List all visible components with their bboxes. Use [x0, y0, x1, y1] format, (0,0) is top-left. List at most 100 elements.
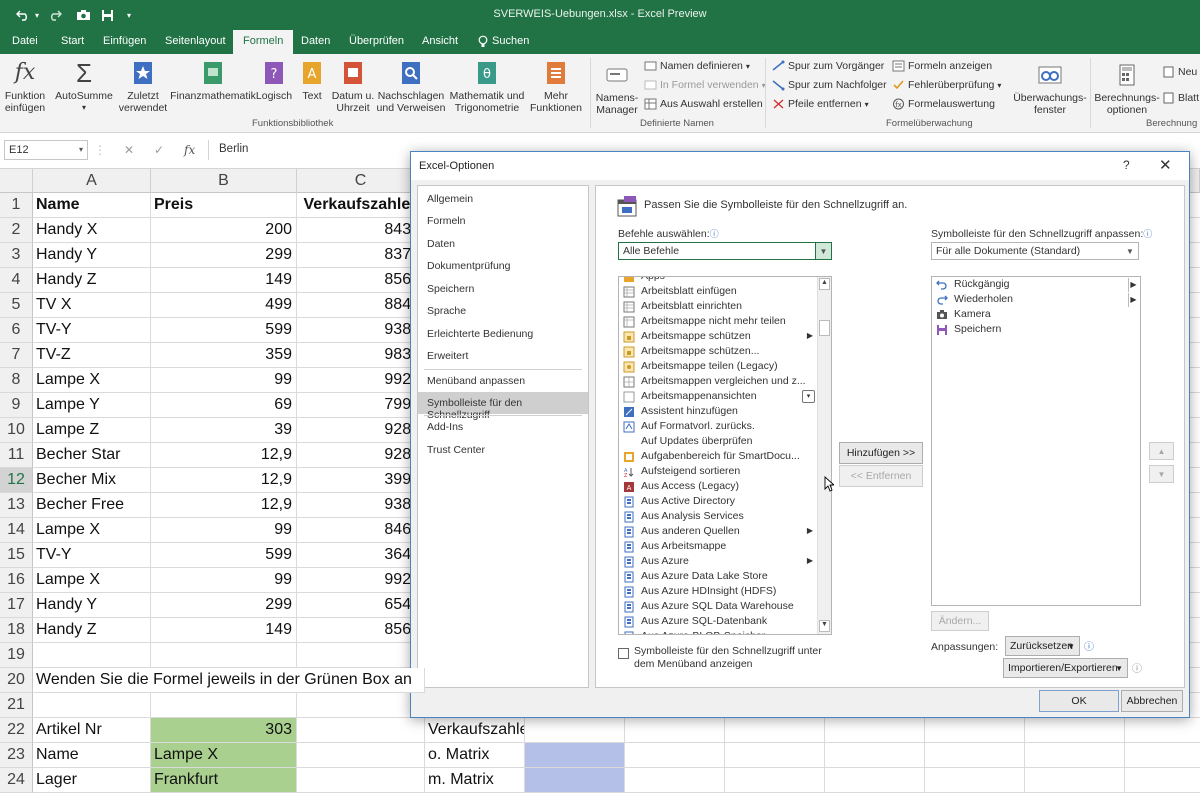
info-icon[interactable]: ⓘ — [710, 229, 719, 239]
cell-b10[interactable]: 39 — [151, 418, 297, 443]
command-item[interactable]: Aus Active Directory — [619, 495, 817, 510]
command-item[interactable]: Arbeitsmappe schützen ▶ — [619, 330, 817, 345]
row-header[interactable]: 18 — [0, 618, 33, 643]
recently-used-button[interactable]: Zuletzt verwendet — [112, 58, 174, 114]
cell-a19[interactable] — [33, 643, 151, 668]
row-header[interactable]: 8 — [0, 368, 33, 393]
chevron-down-icon[interactable]: ▼ — [1122, 243, 1138, 259]
command-item[interactable]: Aufgabenbereich für SmartDocu... — [619, 450, 817, 465]
cell-a1[interactable]: Name — [33, 193, 151, 218]
cell-i24[interactable] — [925, 768, 1025, 793]
cell-a11[interactable]: Becher Star — [33, 443, 151, 468]
cell-c6[interactable]: 9388 — [297, 318, 425, 343]
cell-f22[interactable] — [625, 718, 725, 743]
cell-a4[interactable]: Handy Z — [33, 268, 151, 293]
tab-ueberpruefen[interactable]: Überprüfen — [349, 35, 404, 47]
command-item[interactable]: Arbeitsmappe schützen... — [619, 345, 817, 360]
command-item[interactable]: A Aus Access (Legacy) — [619, 480, 817, 495]
cell-c19[interactable] — [297, 643, 425, 668]
nav-allgemein[interactable]: Allgemein — [418, 188, 588, 210]
show-formulas-button[interactable]: Formeln anzeigen — [892, 58, 992, 74]
cell-c14[interactable]: 8467 — [297, 518, 425, 543]
cell-g24[interactable] — [725, 768, 825, 793]
cell-a17[interactable]: Handy Y — [33, 593, 151, 618]
cell-b9[interactable]: 69 — [151, 393, 297, 418]
cell-a6[interactable]: TV-Y — [33, 318, 151, 343]
cell-a13[interactable]: Becher Free — [33, 493, 151, 518]
evaluate-formula-button[interactable]: fx Formelauswertung — [892, 96, 995, 112]
command-item[interactable]: Auf Updates überprüfen — [619, 435, 817, 450]
trace-dependents-button[interactable]: Spur zum Nachfolger — [772, 77, 887, 93]
command-item[interactable]: Arbeitsmappenansichten ▾ — [619, 390, 817, 405]
cell-j22[interactable] — [1025, 718, 1125, 743]
info-icon[interactable]: ⓘ — [1084, 638, 1094, 653]
cell-a23[interactable]: Name — [33, 743, 151, 768]
nav-schnellzugriff[interactable]: Symbolleiste für den Schnellzugriff — [418, 392, 588, 421]
nav-formeln[interactable]: Formeln — [418, 210, 588, 232]
nav-trust-center[interactable]: Trust Center — [418, 439, 588, 461]
math-trig-button[interactable]: θ Mathematik und Trigonometrie — [446, 58, 528, 114]
calculate-now-button[interactable]: Neu — [1162, 64, 1197, 80]
column-header-b[interactable]: B — [151, 169, 297, 193]
cell-c24[interactable] — [297, 768, 425, 793]
cell-b15[interactable]: 599 — [151, 543, 297, 568]
lookup-reference-button[interactable]: Nachschlagen und Verweisen — [374, 58, 448, 114]
ok-button[interactable]: OK — [1039, 690, 1119, 712]
cell-b23[interactable]: Lampe X — [151, 743, 297, 768]
cell-d24[interactable]: m. Matrix — [425, 768, 525, 793]
command-item[interactable]: Aus Azure ▶ — [619, 555, 817, 570]
insert-function-button[interactable]: fx Funktion einfügen — [3, 58, 47, 115]
cell-c18[interactable]: 8564 — [297, 618, 425, 643]
cell-b3[interactable]: 299 — [151, 243, 297, 268]
row-header[interactable]: 15 — [0, 543, 33, 568]
command-item[interactable]: Aus Azure-BLOB-Speicher — [619, 630, 817, 634]
cell-e24[interactable] — [525, 768, 625, 793]
cell-b16[interactable]: 99 — [151, 568, 297, 593]
cell-b22[interactable]: 303 — [151, 718, 297, 743]
define-name-button[interactable]: Namen definieren ▾ — [644, 58, 750, 74]
command-item[interactable]: Arbeitsmappen vergleichen und z... — [619, 375, 817, 390]
qat-item[interactable]: Speichern — [932, 323, 1140, 338]
cell-b13[interactable]: 12,9 — [151, 493, 297, 518]
command-item[interactable]: Aus Azure Data Lake Store — [619, 570, 817, 585]
cell-b17[interactable]: 299 — [151, 593, 297, 618]
cell-a7[interactable]: TV-Z — [33, 343, 151, 368]
cancel-button[interactable]: Abbrechen — [1121, 690, 1183, 712]
cell-b6[interactable]: 599 — [151, 318, 297, 343]
calc-options-button[interactable]: Berechnungs-optionen — [1094, 60, 1160, 116]
cell-c23[interactable] — [297, 743, 425, 768]
choose-commands-dropdown[interactable]: Alle Befehle ▼ — [618, 242, 832, 260]
modify-button[interactable]: Ändern... — [931, 611, 989, 631]
row-header[interactable]: 4 — [0, 268, 33, 293]
cell-c15[interactable]: 3645 — [297, 543, 425, 568]
row-header[interactable]: 14 — [0, 518, 33, 543]
cell-a24[interactable]: Lager — [33, 768, 151, 793]
nav-erweitert[interactable]: Erweitert — [418, 345, 588, 367]
cell-a5[interactable]: TV X — [33, 293, 151, 318]
cell-b7[interactable]: 359 — [151, 343, 297, 368]
cell-h23[interactable] — [825, 743, 925, 768]
cell-i23[interactable] — [925, 743, 1025, 768]
calculate-sheet-button[interactable]: Blatt — [1162, 90, 1199, 106]
scroll-up-icon[interactable]: ▲ — [819, 278, 830, 290]
cell-f23[interactable] — [625, 743, 725, 768]
row-header[interactable]: 10 — [0, 418, 33, 443]
error-check-button[interactable]: Fehlerüberprüfung ▾ — [892, 77, 1001, 93]
move-up-button[interactable]: ▲ — [1149, 442, 1174, 460]
tab-ansicht[interactable]: Ansicht — [422, 35, 458, 47]
nav-daten[interactable]: Daten — [418, 233, 588, 255]
row-header[interactable]: 5 — [0, 293, 33, 318]
cell-j24[interactable] — [1025, 768, 1125, 793]
more-functions-button[interactable]: Mehr Funktionen — [526, 58, 586, 114]
qat-listbox[interactable]: Rückgängig ▶ Wiederholen ▶ Kamera Speichern — [931, 276, 1141, 606]
cell-a2[interactable]: Handy X — [33, 218, 151, 243]
command-item[interactable]: Aus Azure HDInsight (HDFS) — [619, 585, 817, 600]
cell-i22[interactable] — [925, 718, 1025, 743]
name-box[interactable]: E12 ▾ — [4, 140, 88, 160]
show-below-ribbon-checkbox[interactable] — [618, 648, 629, 659]
commands-listbox[interactable]: Apps Arbeitsblatt einfügen Arbeitsblatt ei… — [618, 276, 832, 635]
row-header[interactable]: 9 — [0, 393, 33, 418]
financial-button[interactable]: Finanzmathematik — [170, 58, 256, 102]
help-icon[interactable]: ? — [1123, 158, 1130, 172]
cell-d22[interactable]: Verkaufszahlen — [425, 718, 525, 743]
